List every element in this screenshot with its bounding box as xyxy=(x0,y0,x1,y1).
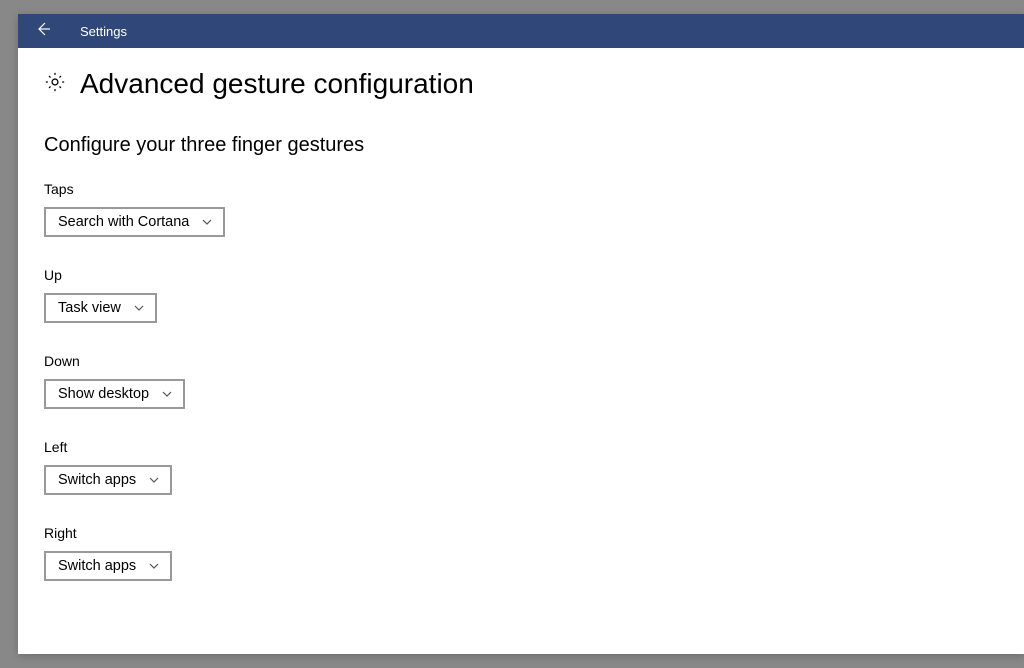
field-down: Down Show desktop xyxy=(44,353,998,409)
field-label-up: Up xyxy=(44,267,998,283)
back-button[interactable] xyxy=(18,14,68,48)
dropdown-up[interactable]: Task view xyxy=(44,293,157,323)
dropdown-value: Show desktop xyxy=(58,386,149,402)
field-left: Left Switch apps xyxy=(44,439,998,495)
dropdown-right[interactable]: Switch apps xyxy=(44,551,172,581)
chevron-down-icon xyxy=(133,302,145,314)
dropdown-taps[interactable]: Search with Cortana xyxy=(44,207,225,237)
dropdown-value: Task view xyxy=(58,300,121,316)
dropdown-value: Search with Cortana xyxy=(58,214,189,230)
settings-window: Settings Advanced gesture configuration … xyxy=(18,14,1024,654)
field-right: Right Switch apps xyxy=(44,525,998,581)
field-label-taps: Taps xyxy=(44,181,998,197)
field-label-left: Left xyxy=(44,439,998,455)
field-label-right: Right xyxy=(44,525,998,541)
page-title: Advanced gesture configuration xyxy=(80,68,474,100)
section-title: Configure your three finger gestures xyxy=(44,134,998,157)
content-area: Advanced gesture configuration Configure… xyxy=(18,48,1024,654)
dropdown-value: Switch apps xyxy=(58,472,136,488)
dropdown-left[interactable]: Switch apps xyxy=(44,465,172,495)
field-up: Up Task view xyxy=(44,267,998,323)
gear-icon xyxy=(44,71,66,98)
chevron-down-icon xyxy=(148,474,160,486)
page-header: Advanced gesture configuration xyxy=(44,68,998,100)
field-label-down: Down xyxy=(44,353,998,369)
titlebar: Settings xyxy=(18,14,1024,48)
chevron-down-icon xyxy=(148,560,160,572)
field-taps: Taps Search with Cortana xyxy=(44,181,998,237)
window-title: Settings xyxy=(80,24,127,39)
back-arrow-icon xyxy=(35,21,51,42)
dropdown-value: Switch apps xyxy=(58,558,136,574)
dropdown-down[interactable]: Show desktop xyxy=(44,379,185,409)
chevron-down-icon xyxy=(161,388,173,400)
chevron-down-icon xyxy=(201,216,213,228)
